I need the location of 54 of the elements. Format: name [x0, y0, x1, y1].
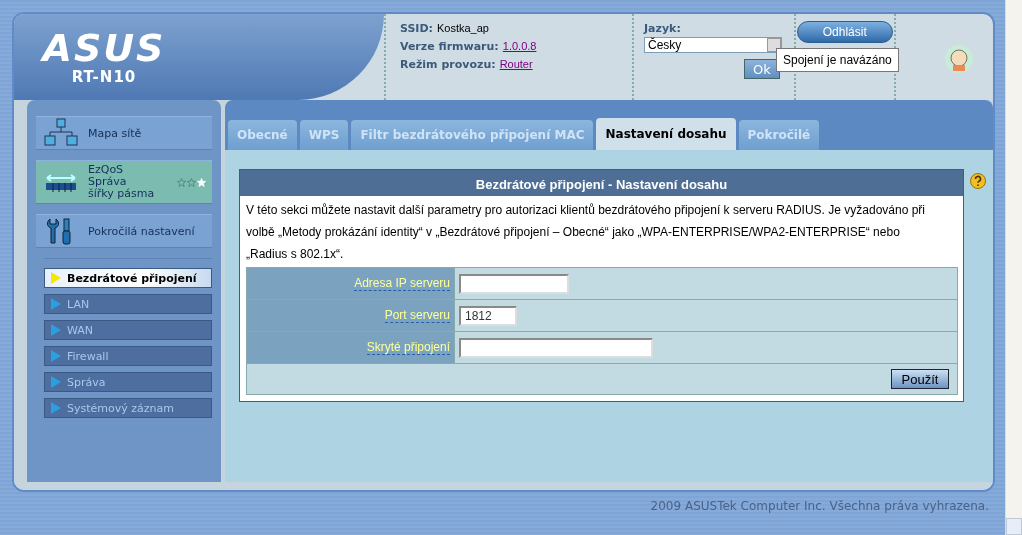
tab[interactable]: Obecné	[228, 120, 297, 150]
network-map-icon	[44, 118, 78, 148]
tab[interactable]: Filtr bezdrátového připojení MAC	[351, 120, 594, 150]
apply-button[interactable]: Použít	[891, 369, 949, 389]
menu-label: šířky pásma	[88, 188, 155, 200]
field-label: Adresa IP serveru	[354, 276, 450, 291]
ok-button[interactable]: Ok	[744, 59, 780, 79]
sidebar-menu-item[interactable]: Pokročilá nastavení	[36, 214, 212, 248]
info-label: SSID:	[400, 22, 433, 35]
info-link[interactable]: Router	[499, 58, 533, 70]
triangle-icon	[51, 298, 61, 310]
info-value: Kostka_ap	[437, 22, 489, 34]
empty-star-icon	[177, 177, 186, 187]
triangle-icon	[51, 272, 61, 284]
tab[interactable]: Pokročilé	[738, 120, 820, 150]
menu-label: Správa	[88, 176, 127, 188]
logout-button[interactable]: Odhlásit	[796, 21, 893, 43]
menu-label: Pokročilá nastavení	[88, 224, 195, 238]
language-dropdown[interactable]: Česky	[644, 37, 782, 53]
status-tooltip: Spojení je navázáno	[776, 48, 899, 72]
empty-star-icon	[187, 177, 196, 187]
sidebar-menu-item[interactable]: Mapa sítě	[36, 116, 212, 150]
triangle-icon	[51, 402, 61, 414]
tab[interactable]: WPS	[299, 120, 349, 150]
submenu-item[interactable]: Firewall	[44, 346, 212, 366]
menu-label: EzQoS	[88, 164, 125, 176]
submenu-item[interactable]: Bezdrátové připojení	[44, 268, 212, 288]
copyright-text: 2009 ASUSTek Computer Inc. Všechna práva vyhrazena.	[650, 499, 989, 513]
triangle-icon	[51, 324, 61, 336]
input-field[interactable]: 1812	[459, 305, 517, 326]
field-label: Port serveru	[384, 308, 450, 323]
submenu-item[interactable]: Správa	[44, 372, 212, 392]
menu-label: Mapa sítě	[88, 126, 142, 140]
info-link[interactable]: 1.0.0.8	[502, 40, 537, 52]
input-field[interactable]	[459, 337, 653, 358]
info-label: Režim provozu:	[400, 58, 496, 71]
model-name: RT-N10	[71, 68, 137, 86]
submenu-item[interactable]: WAN	[44, 320, 212, 340]
info-label: Verze firmwaru:	[400, 40, 499, 53]
panel-title: Bezdrátové připojení - Nastavení dosahu	[240, 170, 963, 196]
sidebar-menu-item[interactable]: EzQoS Správa šířky pásma	[36, 160, 212, 204]
description-text: V této sekci můžete nastavit další parametry pro autorizaci klientů bezdrátového připojení k serveru RADIUS. Je vyžadováno při volbě „Metody prokázání identity“ v „Bezdrátové připojení – Obecné“ jako „WPA-ENTERPRISE/WPA2-ENTERPRISE“ nebo „Radius s 802.1x“.	[245, 202, 926, 263]
language-label: Jazyk:	[644, 22, 682, 35]
submenu-item[interactable]: Systémový záznam	[44, 398, 212, 418]
triangle-icon	[51, 376, 61, 388]
assistant-icon	[944, 44, 974, 74]
submenu-item[interactable]: LAN	[44, 294, 212, 314]
triangle-icon	[51, 350, 61, 362]
input-field[interactable]	[459, 273, 569, 294]
star-icon	[197, 177, 206, 187]
brand-logo: ASUS	[42, 28, 166, 68]
tab[interactable]: Nastavení dosahu	[596, 118, 736, 150]
help-icon[interactable]	[970, 173, 986, 189]
field-label: Skryté připojení	[366, 340, 450, 355]
